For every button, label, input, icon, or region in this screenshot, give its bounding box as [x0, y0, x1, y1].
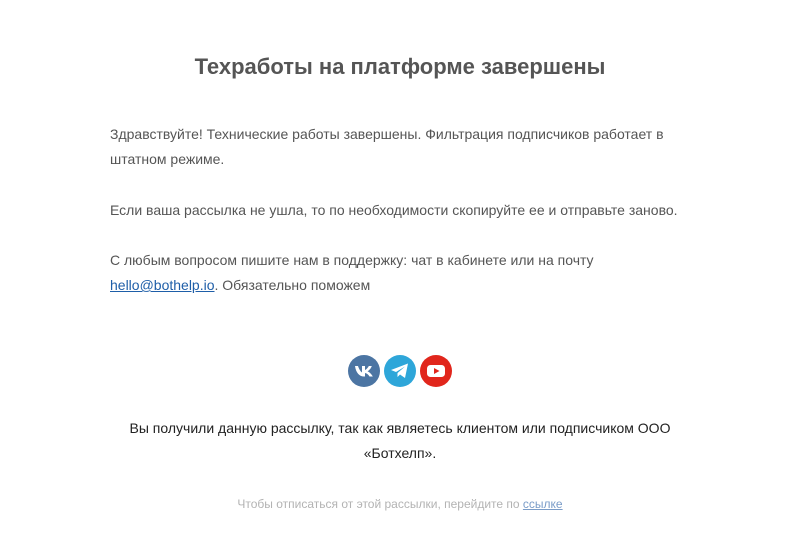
subscription-notice: Вы получили данную рассылку, так как явл…: [129, 420, 671, 461]
vk-icon[interactable]: [348, 355, 380, 387]
email-title: Техработы на платформе завершены: [194, 54, 606, 79]
support-text: С любым вопросом пишите нам в поддержку:…: [110, 252, 594, 268]
paragraph-greeting: Здравствуйте! Технические работы заверше…: [110, 126, 664, 167]
paragraph-resend: Если ваша рассылка не ушла, то по необхо…: [110, 202, 678, 218]
unsubscribe-line: Чтобы отписаться от этой рассылки, перей…: [0, 495, 800, 513]
telegram-icon[interactable]: [384, 355, 416, 387]
support-text-end: . Обязательно поможем: [214, 277, 371, 293]
unsubscribe-text: Чтобы отписаться от этой рассылки, перей…: [237, 497, 523, 511]
youtube-icon[interactable]: [420, 355, 452, 387]
social-links: [0, 355, 800, 387]
paragraph-support: С любым вопросом пишите нам в поддержку:…: [110, 248, 690, 298]
email-page: Техработы на платформе завершены Здравст…: [0, 0, 800, 550]
support-email-link[interactable]: hello@bothelp.io: [110, 277, 215, 293]
unsubscribe-link[interactable]: ссылке: [523, 497, 563, 511]
